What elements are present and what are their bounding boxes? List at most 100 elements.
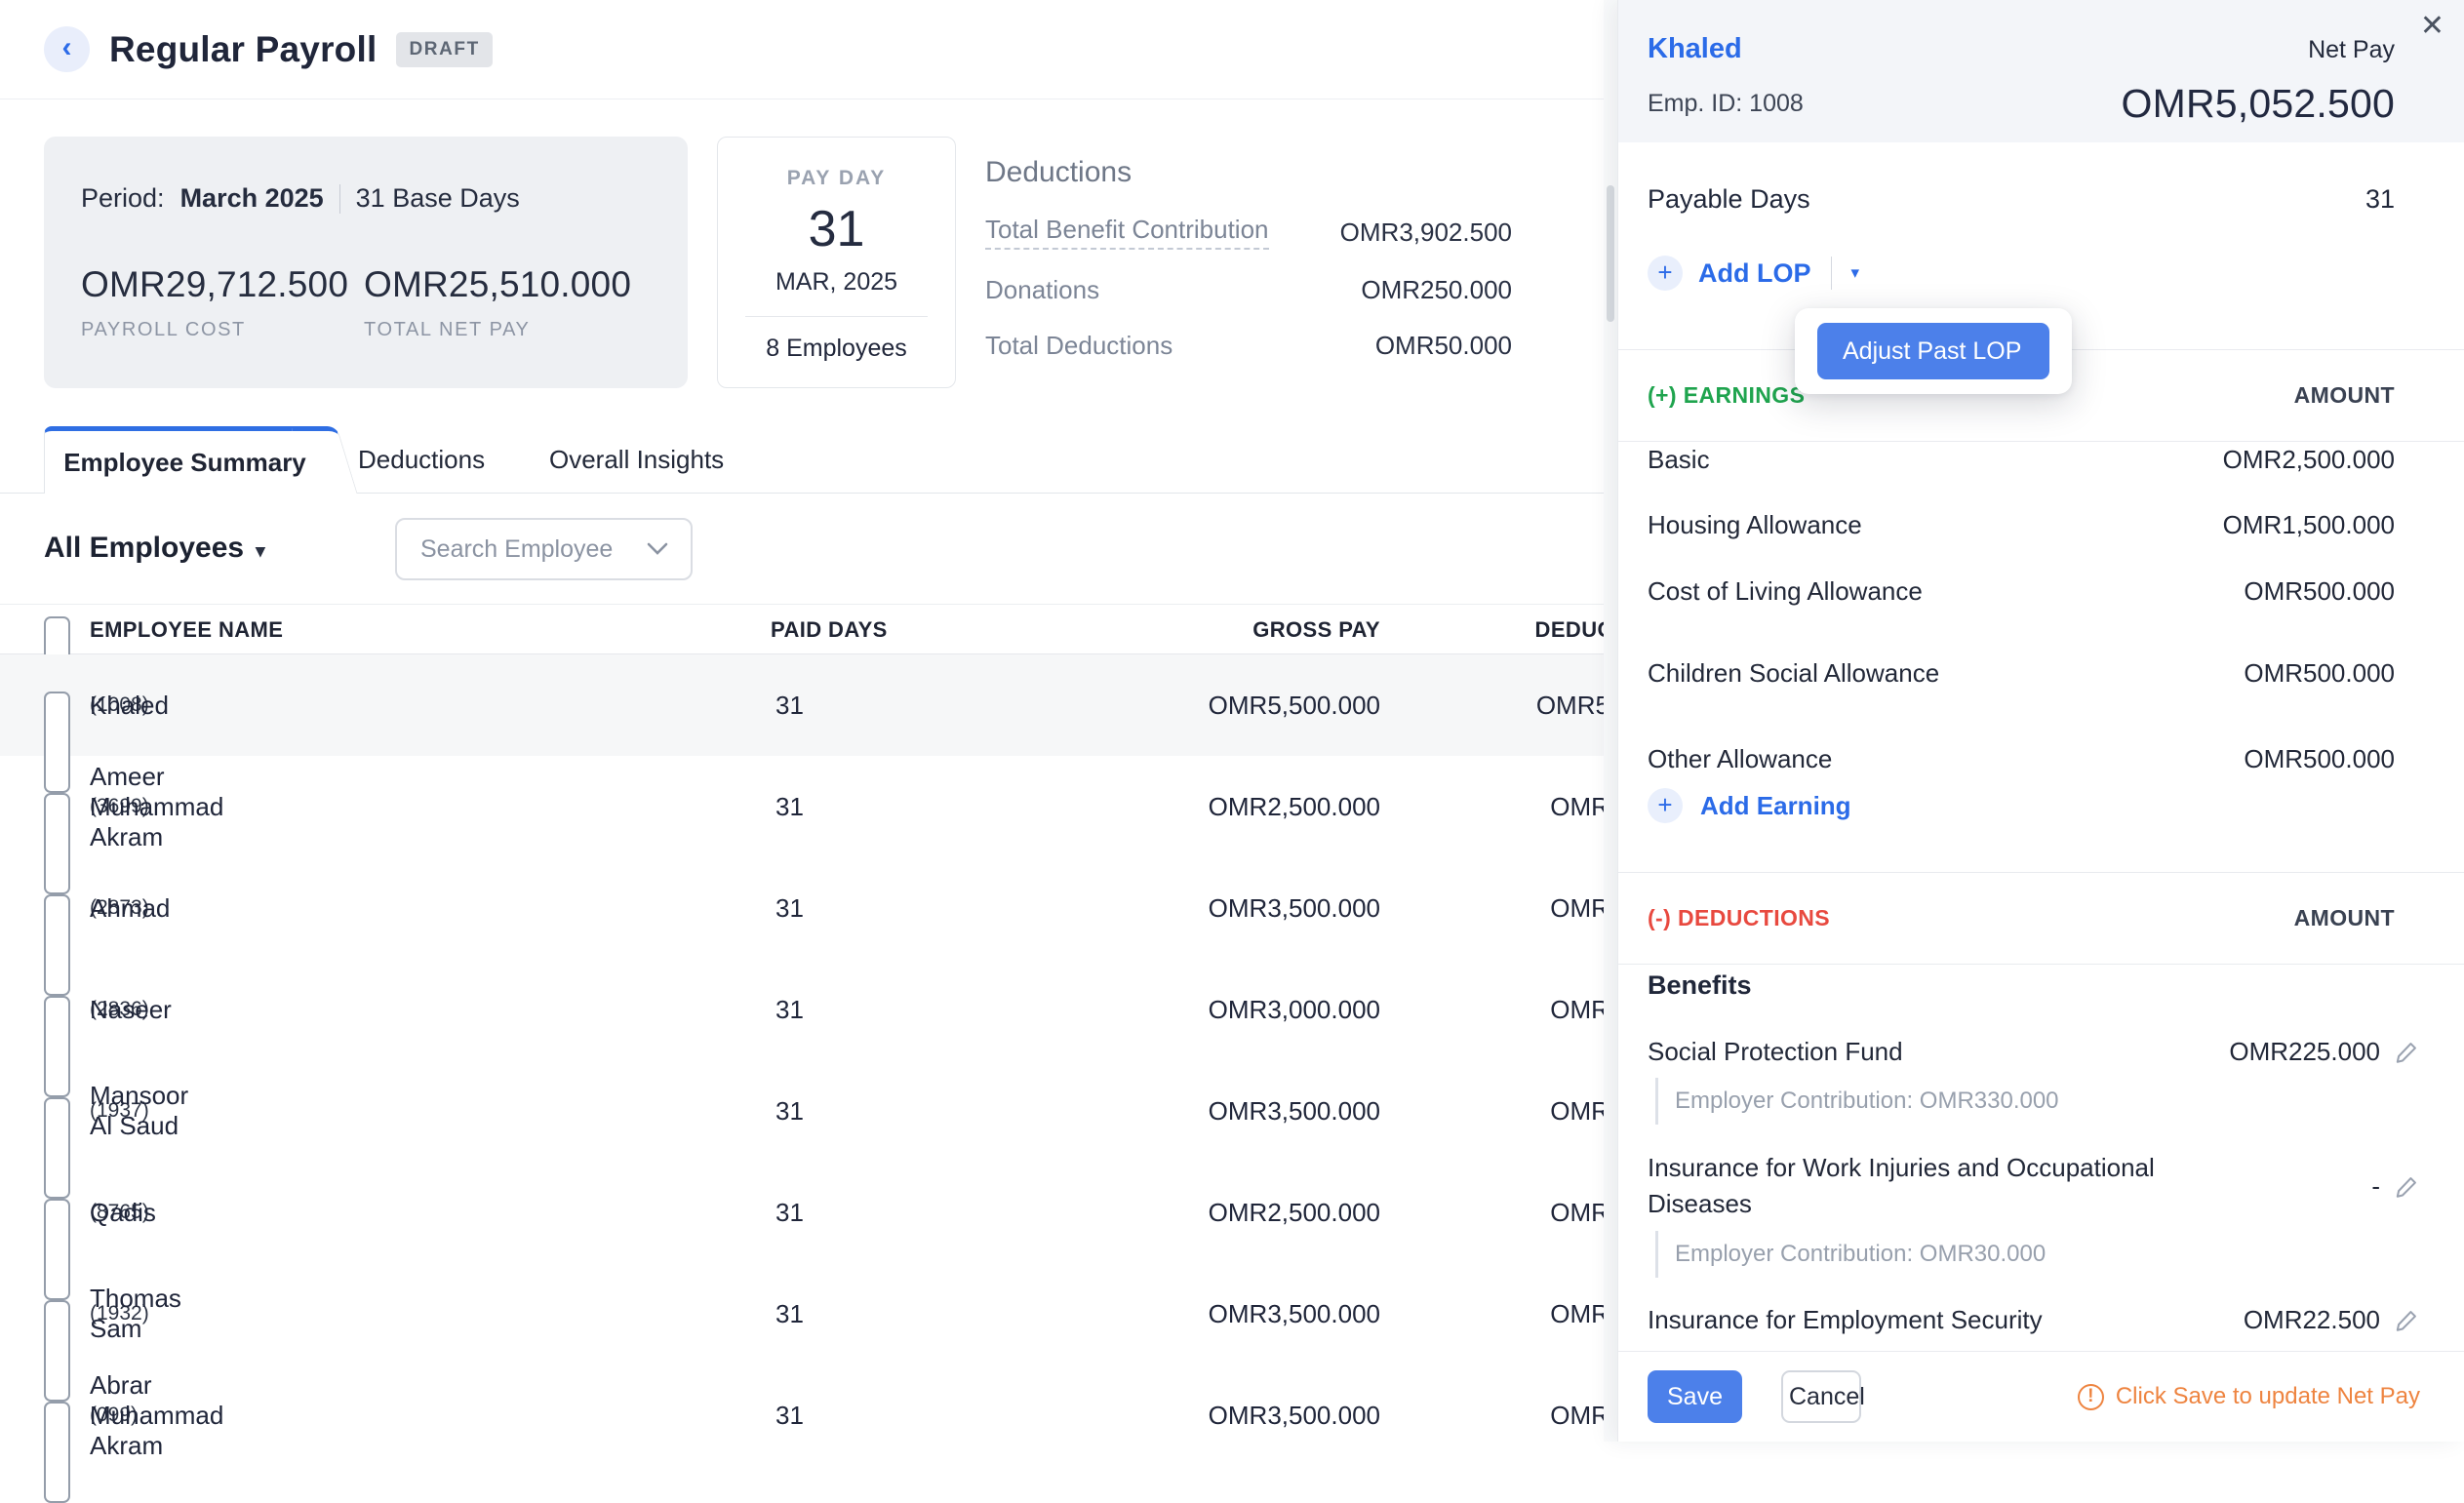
all-employees-label: All Employees bbox=[44, 532, 244, 565]
table-row[interactable]: Abrar Muhammad Akram(099) 31 OMR3,500.00… bbox=[0, 1365, 1717, 1466]
table-row[interactable]: Qadis(8765) 31 OMR2,500.000 OMR0.000 bbox=[0, 1162, 1717, 1263]
employee-name: Qadis bbox=[90, 1162, 156, 1263]
paid-days-cell: 31 bbox=[775, 1162, 804, 1263]
back-button[interactable]: ‹ bbox=[44, 26, 90, 72]
payday-month: MAR, 2025 bbox=[718, 268, 955, 297]
paid-days-cell: 31 bbox=[775, 756, 804, 857]
deduction-label: Social Protection Fund bbox=[1648, 1034, 1903, 1070]
chevron-down-icon bbox=[646, 541, 669, 557]
earning-label: Children Social Allowance bbox=[1648, 655, 1939, 692]
earning-label: Cost of Living Allowance bbox=[1648, 574, 1923, 610]
employee-name-cell[interactable]: Qadis(8765) bbox=[90, 1162, 149, 1263]
col-paid-days[interactable]: PAID DAYS bbox=[771, 605, 888, 655]
plus-icon: + bbox=[1648, 256, 1683, 291]
employer-contribution-note: Employer Contribution: OMR30.000 bbox=[1655, 1231, 2420, 1278]
deduction-value: OMR225.000 bbox=[2229, 1037, 2380, 1067]
add-earning-label: Add Earning bbox=[1700, 791, 1851, 821]
paid-days-cell: 31 bbox=[775, 1060, 804, 1162]
table-row[interactable]: Ahmad(2873) 31 OMR3,500.000 OMR0.000 bbox=[0, 857, 1717, 959]
col-gross-pay[interactable]: GROSS PAY bbox=[1073, 605, 1380, 655]
deductions-summary-title: Deductions bbox=[985, 156, 1512, 189]
net-pay-label: Net Pay bbox=[2308, 36, 2395, 64]
gross-pay-cell: OMR3,500.000 bbox=[1073, 1263, 1380, 1365]
warning-icon: ! bbox=[2078, 1384, 2104, 1410]
earning-value: OMR500.000 bbox=[2244, 576, 2395, 607]
earning-row: Cost of Living Allowance OMR500.000 bbox=[1618, 566, 2464, 616]
edit-pencil-icon[interactable] bbox=[2394, 1307, 2420, 1333]
base-days: 31 Base Days bbox=[356, 183, 520, 214]
gross-pay-cell: OMR3,500.000 bbox=[1073, 1365, 1380, 1466]
deduction-row: Social Protection Fund OMR225.000 bbox=[1618, 1026, 2464, 1077]
employee-table: Khaled(1008) 31 OMR5,500.000 OMR50.000 A… bbox=[0, 654, 1717, 1442]
table-row[interactable]: Thomas Sam(1932) 31 OMR3,500.000 OMR0.00… bbox=[0, 1263, 1717, 1365]
earning-row: Other Allowance OMR500.000 bbox=[1618, 733, 2464, 784]
cancel-button[interactable]: Cancel bbox=[1781, 1370, 1861, 1423]
total-net-pay-label: TOTAL NET PAY bbox=[364, 319, 631, 341]
panel-header-row2: Emp. ID: 1008 OMR5,052.500 bbox=[1648, 81, 2395, 127]
panel-header: Khaled Net Pay Emp. ID: 1008 OMR5,052.50… bbox=[1618, 0, 2464, 142]
payroll-cost-block: OMR29,712.500 PAYROLL COST bbox=[81, 264, 364, 341]
all-employees-dropdown[interactable]: All Employees ▾ bbox=[44, 532, 265, 565]
tab-employee-summary[interactable]: Employee Summary bbox=[44, 426, 325, 494]
warning-text: Click Save to update Net Pay bbox=[2116, 1383, 2420, 1410]
earning-label: Other Allowance bbox=[1648, 741, 1832, 777]
row-checkbox[interactable] bbox=[44, 1402, 70, 1503]
save-button[interactable]: Save bbox=[1648, 1370, 1742, 1423]
deduction-label: Insurance for Work Injuries and Occupati… bbox=[1648, 1150, 2233, 1222]
scrollbar-thumb[interactable] bbox=[1607, 185, 1614, 322]
panel-header-row1: Khaled Net Pay bbox=[1648, 33, 2395, 65]
table-row[interactable]: Khaled(1008) 31 OMR5,500.000 OMR50.000 bbox=[0, 654, 1717, 756]
add-lop-button[interactable]: + Add LOP ▾ bbox=[1648, 256, 1859, 291]
edit-pencil-icon[interactable] bbox=[2394, 1173, 2420, 1200]
period-label: Period: bbox=[81, 183, 165, 214]
payroll-cost-label: PAYROLL COST bbox=[81, 319, 364, 341]
employee-name: Khaled bbox=[90, 654, 169, 756]
deductions-section-header: (-) DEDUCTIONS AMOUNT bbox=[1618, 872, 2464, 965]
payable-days-value: 31 bbox=[2365, 184, 2395, 215]
employee-search[interactable] bbox=[395, 518, 693, 580]
employee-name-cell[interactable]: Mansoor Al Saud(1937) bbox=[90, 1060, 149, 1162]
caret-down-icon[interactable]: ▾ bbox=[1851, 263, 1860, 283]
employee-name-cell[interactable]: Thomas Sam(1932) bbox=[90, 1263, 149, 1365]
paid-days-cell: 31 bbox=[775, 1263, 804, 1365]
tab-strip: Employee Summary Deductions Overall Insi… bbox=[0, 426, 1617, 494]
deduction-row: Insurance for Employment Security OMR22.… bbox=[1618, 1294, 2464, 1345]
col-employee-name[interactable]: EMPLOYEE NAME bbox=[90, 605, 283, 655]
adjust-past-lop-button[interactable]: Adjust Past LOP bbox=[1817, 323, 2049, 379]
employee-name-cell[interactable]: Khaled(1008) bbox=[90, 654, 149, 756]
deduction-summary-row: Total Deductions OMR50.000 bbox=[985, 331, 1512, 361]
deduction-summary-row: Total Benefit Contribution OMR3,902.500 bbox=[985, 215, 1512, 250]
gross-pay-cell: OMR3,500.000 bbox=[1073, 857, 1380, 959]
status-badge: DRAFT bbox=[396, 32, 492, 67]
divider bbox=[745, 316, 928, 317]
total-deductions-label: Total Deductions bbox=[985, 331, 1172, 361]
employee-name-link[interactable]: Khaled bbox=[1648, 33, 1742, 65]
add-earning-button[interactable]: + Add Earning bbox=[1648, 780, 1851, 831]
period-card: Period: March 2025 31 Base Days OMR29,71… bbox=[44, 137, 688, 388]
tab-overall-insights[interactable]: Overall Insights bbox=[549, 426, 724, 493]
tab-deductions[interactable]: Deductions bbox=[358, 426, 485, 493]
table-header: EMPLOYEE NAME PAID DAYS GROSS PAY DEDUCT… bbox=[0, 604, 1717, 654]
benefits-subheading: Benefits bbox=[1648, 961, 1752, 1009]
edit-pencil-icon[interactable] bbox=[2394, 1039, 2420, 1065]
table-row[interactable]: Naseer(2836) 31 OMR3,000.000 OMR0.000 bbox=[0, 959, 1717, 1060]
table-row[interactable]: Mansoor Al Saud(1937) 31 OMR3,500.000 OM… bbox=[0, 1060, 1717, 1162]
employee-name: Naseer bbox=[90, 959, 172, 1060]
employee-name: Thomas Sam bbox=[90, 1263, 181, 1365]
paid-days-cell: 31 bbox=[775, 959, 804, 1060]
deduction-value: - bbox=[2371, 1171, 2380, 1202]
total-benefit-contribution-label[interactable]: Total Benefit Contribution bbox=[985, 215, 1269, 250]
employee-name-cell[interactable]: Ahmad(2873) bbox=[90, 857, 149, 959]
earning-value: OMR1,500.000 bbox=[2223, 510, 2395, 540]
add-lop-label: Add LOP bbox=[1698, 258, 1811, 289]
employee-name-cell[interactable]: Abrar Muhammad Akram(099) bbox=[90, 1365, 138, 1466]
table-row[interactable]: Ameer Muhammad Akram(3699) 31 OMR2,500.0… bbox=[0, 756, 1717, 857]
close-icon[interactable]: ✕ bbox=[2420, 12, 2444, 41]
employee-name: Ahmad bbox=[90, 857, 170, 959]
employee-name-cell[interactable]: Ameer Muhammad Akram(3699) bbox=[90, 756, 149, 857]
total-net-pay-block: OMR25,510.000 TOTAL NET PAY bbox=[364, 264, 631, 341]
period-line: Period: March 2025 31 Base Days bbox=[81, 183, 653, 214]
search-input[interactable] bbox=[418, 534, 636, 565]
employee-name-cell[interactable]: Naseer(2836) bbox=[90, 959, 149, 1060]
main-scrollbar[interactable] bbox=[1604, 0, 1617, 1442]
